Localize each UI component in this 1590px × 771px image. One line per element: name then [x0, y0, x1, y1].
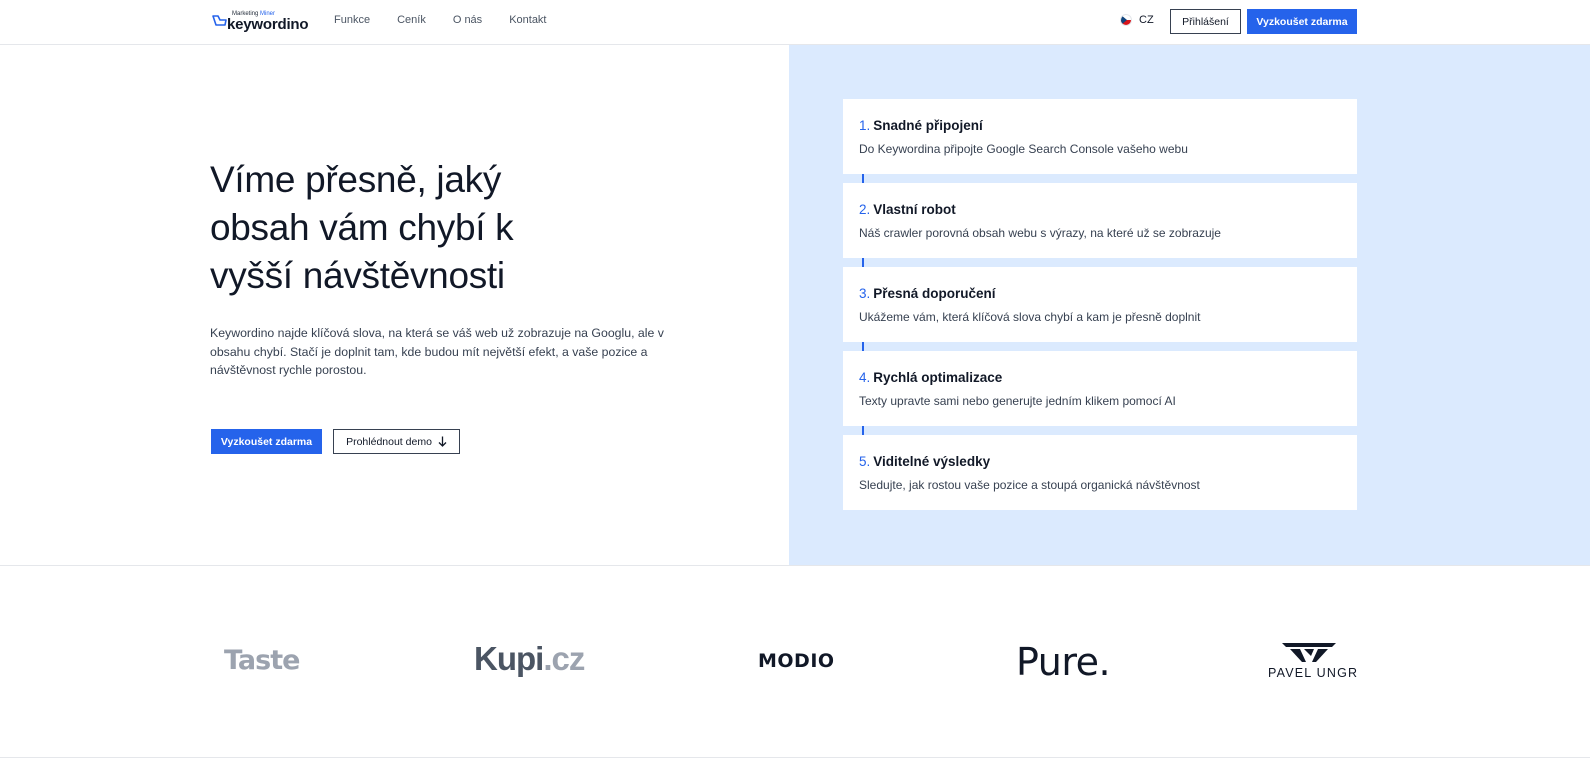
client-logo-kupi: Kupi.cz [474, 640, 585, 677]
section-divider [0, 565, 1590, 566]
hero-title-line: vyšší návštěvnosti [210, 255, 505, 296]
step-card-4: 4. Rychlá optimalizace Texty upravte sami… [843, 351, 1357, 426]
login-button[interactable]: Přihlášení [1170, 9, 1241, 34]
hero-title-line: Víme přesně, jaký [210, 159, 502, 200]
step-description: Ukážeme vám, která klíčová slova chybí a… [859, 310, 1201, 324]
client-logo-pavel-ungr: PAVEL UNGR [1268, 643, 1360, 683]
step-card-2: 2. Vlastní robot Náš crawler porovná obsa… [843, 183, 1357, 258]
client-logo-taste: Taste [224, 645, 300, 676]
main-nav: Funkce Ceník O nás Kontakt [334, 14, 574, 26]
language-code: CZ [1139, 14, 1154, 26]
step-connector [862, 258, 864, 267]
hero-title-line: obsah vám chybí k [210, 207, 514, 248]
pavel-ungr-mark-icon [1282, 643, 1336, 662]
step-title: 4. Rychlá optimalizace [859, 370, 1003, 385]
keywordino-logo[interactable]: Marketing Miner keywordino [210, 11, 309, 33]
step-card-3: 3. Přesná doporučení Ukážeme vám, která k… [843, 267, 1357, 342]
step-card-5: 5. Viditelné výsledky Sledujte, jak rosto… [843, 435, 1357, 510]
czech-flag-icon [1120, 14, 1132, 26]
view-demo-button[interactable]: Prohlédnout demo [333, 429, 460, 454]
step-card-1: 1. Snadné připojení Do Keywordina připojt… [843, 99, 1357, 174]
step-description: Texty upravte sami nebo generujte jedním… [859, 394, 1176, 408]
step-title: 2. Vlastní robot [859, 202, 956, 217]
step-description: Do Keywordina připojte Google Search Con… [859, 142, 1188, 156]
try-free-header-button[interactable]: Vyzkoušet zdarma [1247, 9, 1357, 34]
step-connector [862, 426, 864, 435]
logo-wordmark: keywordino [227, 16, 309, 33]
step-connector [862, 342, 864, 351]
step-title: 3. Přesná doporučení [859, 286, 996, 301]
try-free-hero-button[interactable]: Vyzkoušet zdarma [211, 429, 322, 454]
step-title: 1. Snadné připojení [859, 118, 983, 133]
step-description: Náš crawler porovná obsah webu s výrazy,… [859, 226, 1221, 240]
view-demo-label: Prohlédnout demo [346, 435, 432, 448]
language-switcher[interactable]: CZ [1120, 14, 1154, 26]
step-title: 5. Viditelné výsledky [859, 454, 991, 469]
nav-link-funkce[interactable]: Funkce [334, 14, 370, 26]
site-header: Marketing Miner keywordino Funkce Ceník … [0, 0, 1590, 45]
arrow-down-icon [438, 436, 447, 447]
hero-title: Víme přesně, jaký obsah vám chybí k vyšš… [210, 156, 590, 300]
nav-link-o-nas[interactable]: O nás [453, 14, 482, 26]
nav-link-cenik[interactable]: Ceník [397, 14, 426, 26]
step-description: Sledujte, jak rostou vaše pozice a stoup… [859, 478, 1200, 492]
client-logo-modio: MODIO [758, 650, 835, 672]
section-divider [0, 757, 1590, 758]
logo-icon [212, 15, 227, 26]
hero-description: Keywordino najde klíčová slova, na která… [210, 326, 664, 377]
step-connector [862, 174, 864, 183]
client-logo-pure: Pure. [1016, 640, 1111, 684]
nav-link-kontakt[interactable]: Kontakt [509, 14, 546, 26]
